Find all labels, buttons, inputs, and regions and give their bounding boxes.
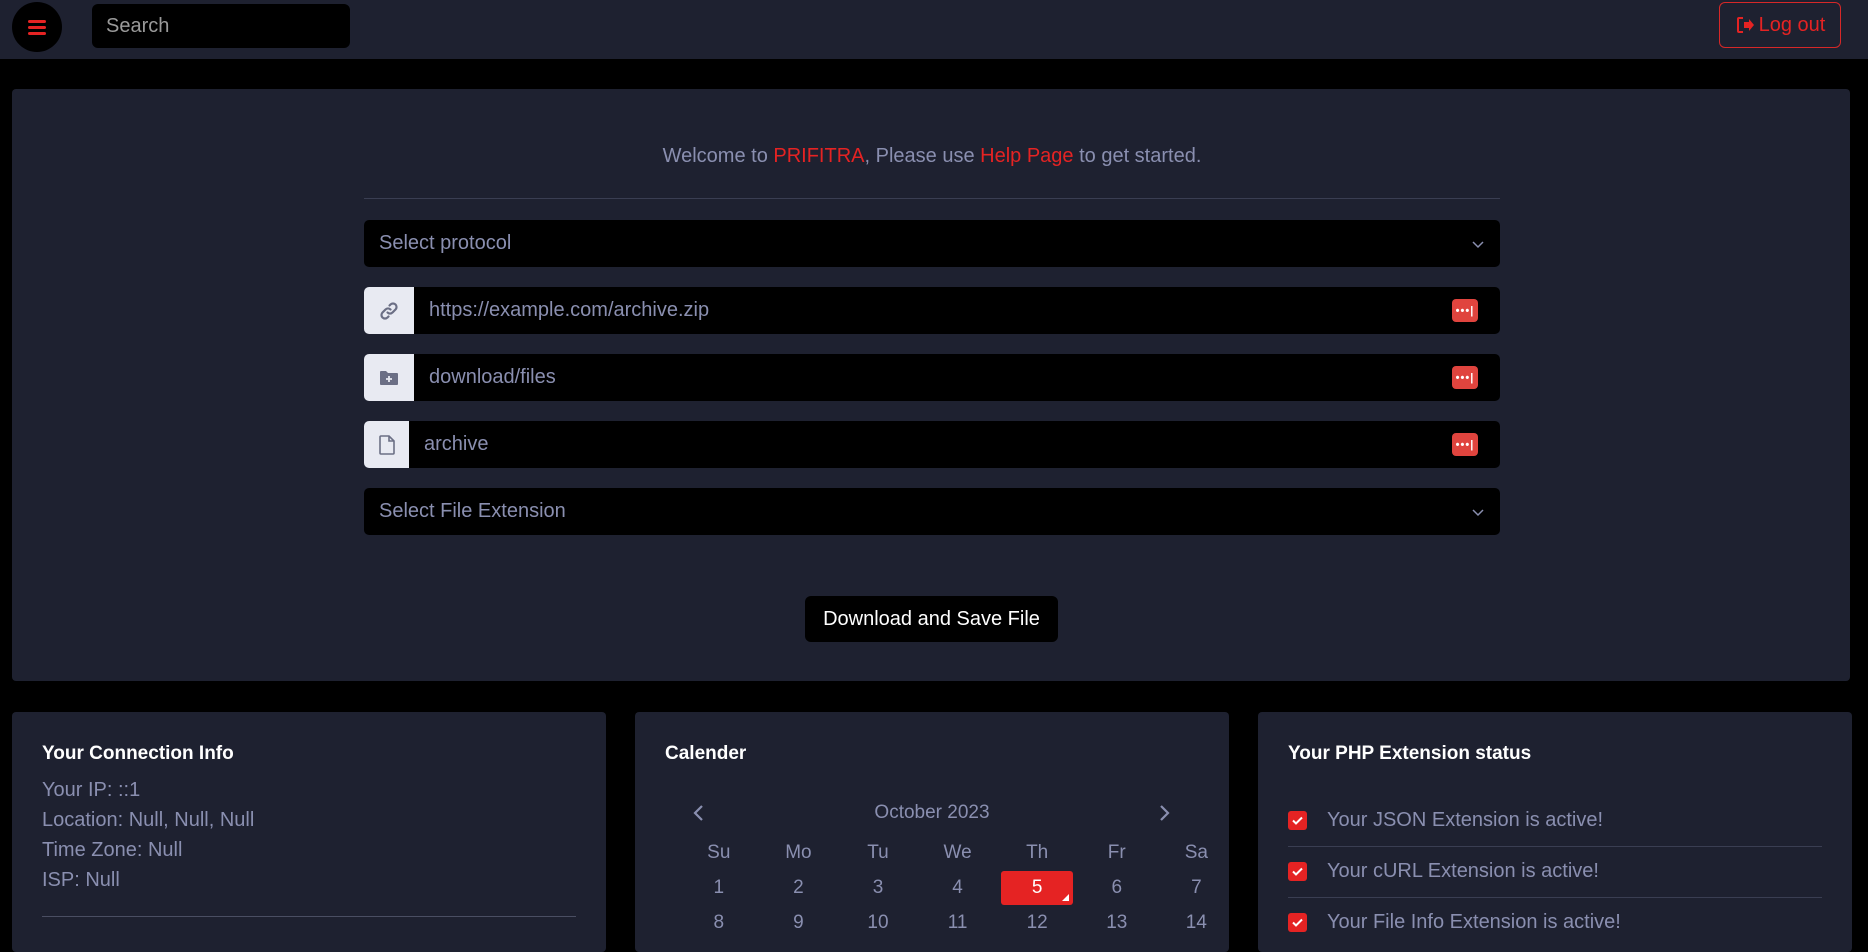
calendar-day[interactable]: 8	[679, 905, 759, 940]
weekday-label: Fr	[1107, 842, 1126, 863]
divider	[364, 198, 1500, 199]
calendar-header: October 2023	[685, 800, 1179, 828]
hamburger-menu-icon	[28, 19, 46, 35]
logout-icon	[1736, 17, 1754, 33]
weekday-label: Th	[1026, 842, 1049, 863]
calendar-day[interactable]: 7	[1157, 870, 1237, 905]
calendar-day[interactable]: 10	[838, 905, 918, 940]
calendar-day[interactable]: 12	[997, 905, 1077, 940]
extension-select[interactable]: Select File Extension	[364, 488, 1500, 535]
week-row: 8 9 10 11 12 13 14	[679, 905, 1236, 940]
calendar-day[interactable]: 3	[838, 870, 918, 905]
folder-input[interactable]: download/files •••|	[414, 354, 1500, 401]
protocol-select-value: Select protocol	[379, 232, 512, 254]
extension-item-fileinfo: Your File Info Extension is active!	[1288, 897, 1822, 948]
calendar-day[interactable]: 4	[918, 870, 998, 905]
calendar-grid: Su Mo Tu We Th Fr Sa 1 2 3 4 5 6 7 8 9 1…	[679, 835, 1236, 940]
search-input[interactable]	[92, 4, 350, 48]
calendar-day[interactable]: 1	[679, 870, 759, 905]
check-icon	[1288, 811, 1307, 830]
chevron-down-icon	[1472, 508, 1484, 516]
calendar-month: October 2023	[874, 802, 990, 823]
weekday-label: Tu	[867, 842, 889, 863]
welcome-middle: , Please use	[864, 145, 981, 167]
folder-plus-icon	[364, 354, 414, 401]
calendar-card: Calender October 2023 Su Mo Tu We Th Fr …	[635, 712, 1229, 952]
calendar-day[interactable]: 13	[1077, 905, 1157, 940]
menu-toggle-button[interactable]	[12, 2, 62, 52]
password-dots-icon[interactable]: •••|	[1452, 366, 1478, 389]
url-input-group: https://example.com/archive.zip •••|	[364, 287, 1500, 334]
url-input-placeholder: https://example.com/archive.zip	[429, 299, 710, 321]
calendar-day[interactable]: 6	[1077, 870, 1157, 905]
folder-input-placeholder: download/files	[429, 366, 556, 388]
welcome-prefix: Welcome to	[662, 145, 774, 167]
weekday-label: Sa	[1184, 842, 1208, 863]
brand-name: PRIFITRA	[773, 145, 865, 167]
extension-label: Your cURL Extension is active!	[1327, 860, 1599, 882]
url-input[interactable]: https://example.com/archive.zip •••|	[414, 287, 1500, 334]
top-navbar: Log out	[0, 0, 1868, 59]
weekday-row: Su Mo Tu We Th Fr Sa	[679, 835, 1236, 870]
password-dots-icon[interactable]: •••|	[1452, 299, 1478, 322]
welcome-suffix: to get started.	[1073, 145, 1202, 167]
chevron-down-icon	[1472, 240, 1484, 248]
check-icon	[1288, 862, 1307, 881]
calendar-day-today[interactable]: 5	[997, 870, 1077, 905]
extension-select-value: Select File Extension	[379, 500, 566, 522]
extension-label: Your JSON Extension is active!	[1327, 809, 1604, 831]
chevron-right-icon[interactable]	[1155, 804, 1173, 822]
welcome-message: Welcome to PRIFITRA, Please use Help Pag…	[364, 145, 1500, 168]
php-extension-title: Your PHP Extension status	[1288, 743, 1532, 764]
logout-label: Log out	[1758, 13, 1826, 36]
connection-info-title: Your Connection Info	[42, 743, 234, 764]
calendar-day[interactable]: 2	[759, 870, 839, 905]
extension-item-json: Your JSON Extension is active!	[1288, 795, 1822, 846]
password-dots-icon[interactable]: •••|	[1452, 433, 1478, 456]
logout-button[interactable]: Log out	[1719, 2, 1841, 48]
isp-line: ISP: Null	[42, 869, 120, 891]
help-page-link[interactable]: Help Page	[980, 145, 1073, 167]
location-line: Location: Null, Null, Null	[42, 809, 255, 831]
calendar-title: Calender	[665, 743, 747, 764]
calendar-day[interactable]: 9	[759, 905, 839, 940]
folder-input-group: download/files •••|	[364, 354, 1500, 401]
week-row: 1 2 3 4 5 6 7	[679, 870, 1236, 905]
php-extension-card: Your PHP Extension status Your JSON Exte…	[1258, 712, 1852, 952]
ip-line: Your IP: ::1	[42, 779, 141, 801]
protocol-select[interactable]: Select protocol	[364, 220, 1500, 267]
filename-input-group: archive •••|	[364, 421, 1500, 468]
today-label: 5	[1001, 871, 1074, 905]
divider	[42, 916, 576, 917]
file-icon	[364, 421, 409, 468]
weekday-label: Mo	[785, 842, 812, 863]
link-icon	[364, 287, 414, 334]
filename-input[interactable]: archive •••|	[409, 421, 1500, 468]
check-icon	[1288, 913, 1307, 932]
timezone-line: Time Zone: Null	[42, 839, 183, 861]
calendar-day[interactable]: 11	[918, 905, 998, 940]
filename-input-placeholder: archive	[424, 433, 489, 455]
download-save-button[interactable]: Download and Save File	[805, 596, 1058, 642]
extension-item-curl: Your cURL Extension is active!	[1288, 846, 1822, 897]
connection-info-card: Your Connection Info Your IP: ::1 Locati…	[12, 712, 606, 952]
weekday-label: We	[943, 842, 972, 863]
calendar-day[interactable]: 14	[1157, 905, 1237, 940]
extension-label: Your File Info Extension is active!	[1327, 911, 1621, 933]
weekday-label: Su	[707, 842, 731, 863]
